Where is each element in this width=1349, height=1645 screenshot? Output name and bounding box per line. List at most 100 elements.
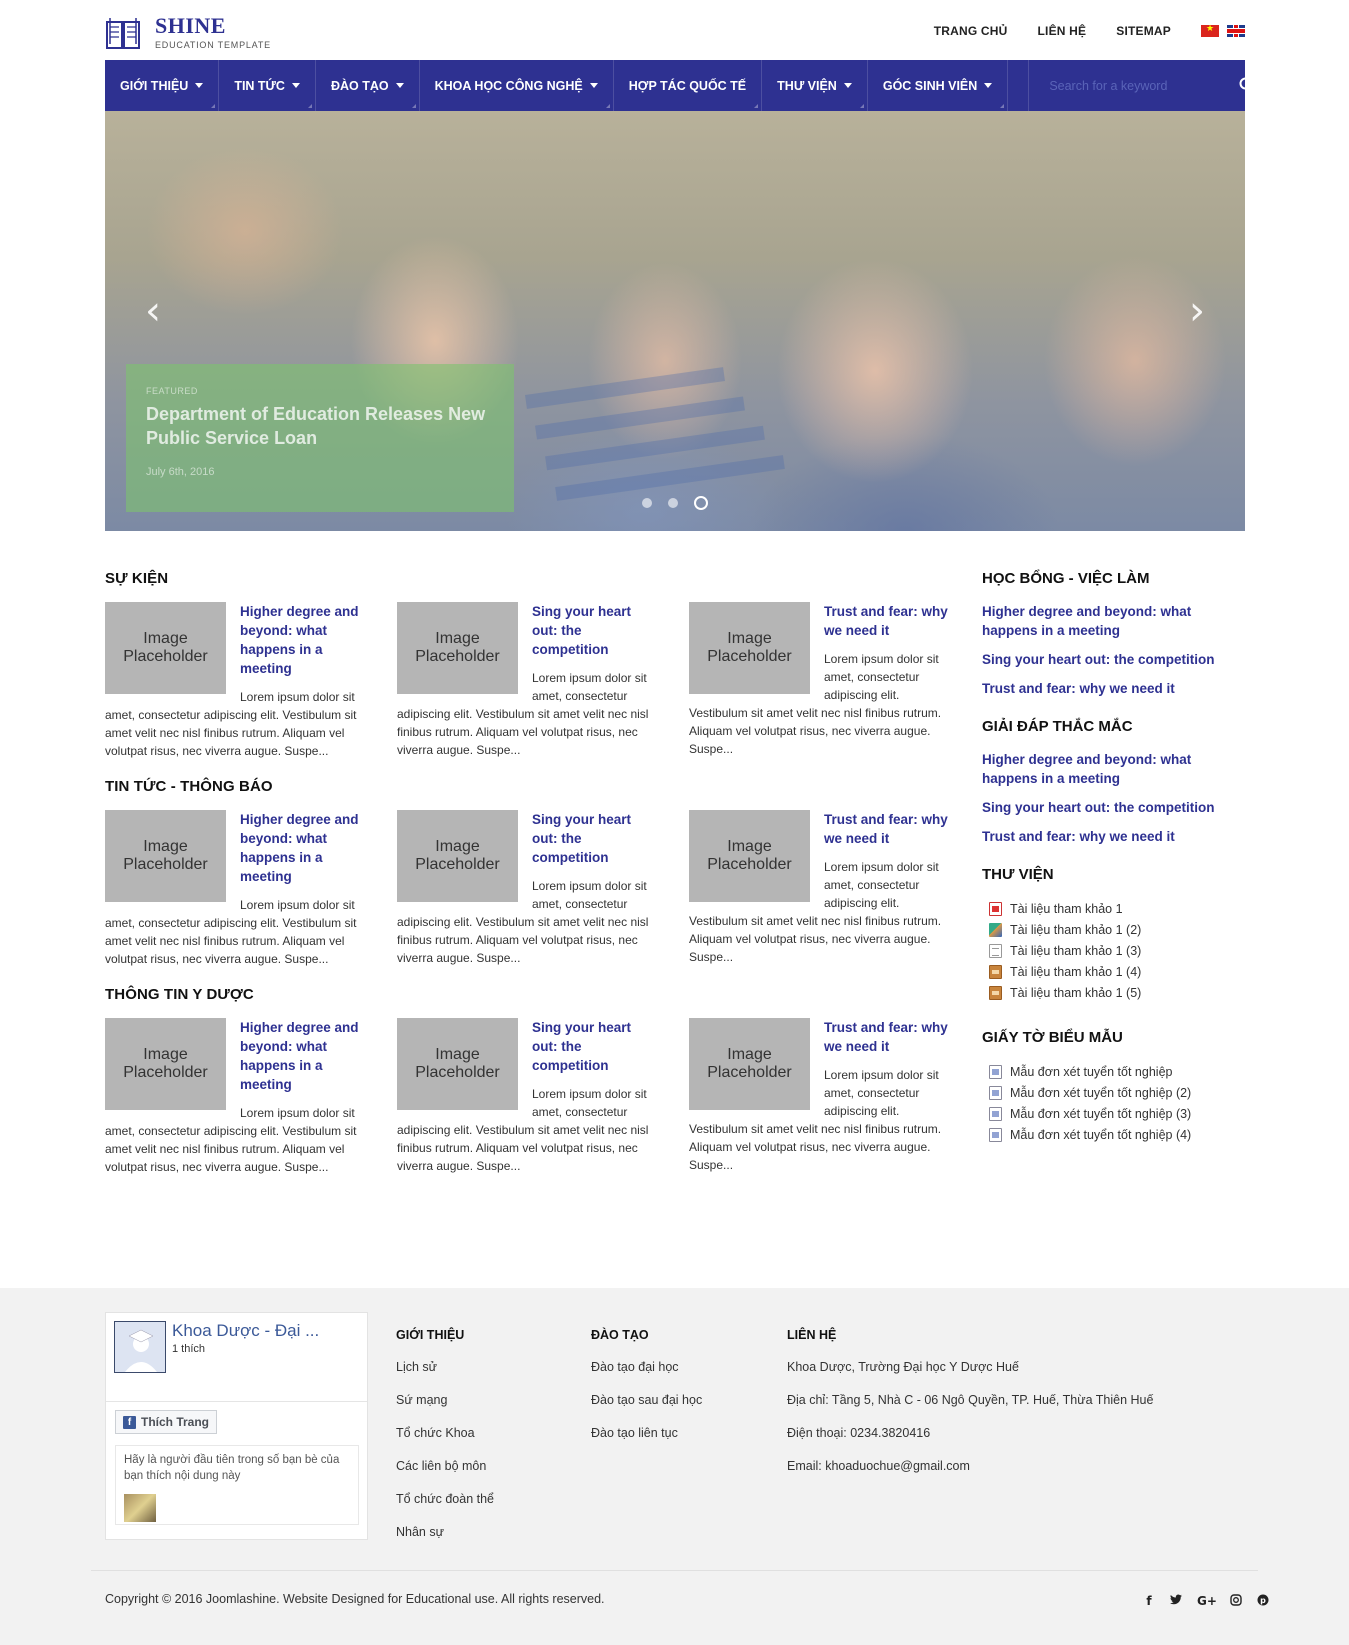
footer-col-title: LIÊN HỆ	[787, 1328, 837, 1342]
document-item[interactable]: Mẫu đơn xét tuyển tốt nghiệp (2)	[982, 1082, 1242, 1103]
document-item[interactable]: Mẫu đơn xét tuyển tốt nghiệp (4)	[982, 1124, 1242, 1145]
social-links: f G+ p	[1128, 1594, 1269, 1609]
contact-address: Địa chỉ: Tầng 5, Nhà C - 06 Ngô Quyền, T…	[787, 1393, 1154, 1407]
image-placeholder[interactable]: Image Placeholder	[105, 810, 226, 902]
image-placeholder[interactable]: Image Placeholder	[689, 810, 810, 902]
nav-search	[1028, 60, 1270, 111]
top-link-contact[interactable]: LIÊN HỆ	[1038, 24, 1087, 38]
google-plus-icon[interactable]: G+	[1197, 1594, 1217, 1609]
document-item[interactable]: Mẫu đơn xét tuyển tốt nghiệp	[982, 1061, 1242, 1082]
caret-down-icon	[843, 83, 852, 88]
book-logo-icon	[106, 18, 140, 49]
top-link-home[interactable]: TRANG CHỦ	[934, 24, 1008, 38]
footer-link[interactable]: Tổ chức đoàn thể	[396, 1492, 494, 1509]
document-item[interactable]: Tài liệu tham khảo 1 (2)	[982, 919, 1242, 940]
nav-item-tin-tuc[interactable]: TIN TỨC	[219, 60, 316, 111]
sidebar-link[interactable]: Trust and fear: why we need it	[982, 827, 1242, 846]
slider-dot-active[interactable]	[694, 496, 708, 510]
footer-link[interactable]: Các liên bộ môn	[396, 1459, 494, 1476]
facebook-page-widget: Khoa Dược - Đại ... 1 thích f Thích Tran…	[105, 1312, 368, 1540]
section-title: THÔNG TIN Y DƯỢC	[105, 986, 254, 1003]
caret-down-icon	[195, 83, 204, 88]
document-label: Tài liệu tham khảo 1 (2)	[1010, 922, 1142, 937]
sidebar-link[interactable]: Sing your heart out: the competition	[982, 798, 1242, 817]
facebook-page-name[interactable]: Khoa Dược - Đại ...	[172, 1321, 362, 1341]
document-list: Mẫu đơn xét tuyển tốt nghiệp Mẫu đơn xét…	[982, 1061, 1242, 1145]
sidebar-link[interactable]: Higher degree and beyond: what happens i…	[982, 750, 1242, 788]
facebook-icon[interactable]: f	[1143, 1594, 1155, 1609]
article-excerpt: Lorem ipsum dolor sit amet, consectetur …	[105, 898, 357, 966]
footer-link[interactable]: Sứ mạng	[396, 1393, 494, 1410]
vietnamese-flag-icon[interactable]	[1201, 23, 1219, 37]
image-placeholder[interactable]: Image Placeholder	[397, 1018, 518, 1110]
facebook-icon: f	[123, 1415, 136, 1429]
nav-item-label: GÓC SINH VIÊN	[882, 78, 978, 93]
slider-dot[interactable]	[642, 498, 652, 508]
article-card: Image Placeholder Higher degree and beyo…	[105, 810, 367, 968]
article-card: Image Placeholder Trust and fear: why we…	[689, 810, 951, 968]
footer-link[interactable]: Đào tạo liên tục	[591, 1426, 702, 1443]
sidebar-forms: GIẤY TỜ BIỂU MẪU Mẫu đơn xét tuyển tốt n…	[982, 1029, 1242, 1145]
site-header: SHINE EDUCATION TEMPLATE TRANG CHỦ LIÊN …	[105, 14, 1245, 54]
footer-link[interactable]: Nhân sự	[396, 1525, 494, 1542]
top-links: TRANG CHỦ LIÊN HỆ SITEMAP	[904, 23, 1245, 38]
document-item[interactable]: Tài liệu tham khảo 1 (5)	[982, 982, 1242, 1003]
nav-item-thu-vien[interactable]: THƯ VIỆN	[762, 60, 868, 111]
image-placeholder[interactable]: Image Placeholder	[105, 1018, 226, 1110]
facebook-like-button[interactable]: f Thích Trang	[115, 1410, 218, 1434]
instagram-icon[interactable]	[1230, 1594, 1242, 1609]
search-input[interactable]	[1049, 78, 1270, 93]
nav-item-hop-tac[interactable]: HỢP TÁC QUỐC TẾ	[614, 60, 763, 111]
top-link-sitemap[interactable]: SITEMAP	[1116, 24, 1171, 38]
sidebar-link[interactable]: Higher degree and beyond: what happens i…	[982, 602, 1242, 640]
nav-item-label: ĐÀO TẠO	[330, 78, 389, 93]
slider-next-chevron-icon[interactable]: ›	[1185, 291, 1209, 335]
sidebar-library: THƯ VIỆN Tài liệu tham khảo 1 Tài liệu t…	[982, 866, 1242, 1003]
document-item[interactable]: Tài liệu tham khảo 1	[982, 898, 1242, 919]
english-flag-icon[interactable]	[1227, 25, 1245, 37]
slide-title[interactable]: Department of Education Releases New Pub…	[146, 402, 494, 450]
twitter-icon[interactable]	[1170, 1594, 1182, 1609]
image-placeholder[interactable]: Image Placeholder	[105, 602, 226, 694]
document-file-icon	[989, 1127, 1002, 1142]
nav-item-dao-tao[interactable]: ĐÀO TẠO	[316, 60, 420, 111]
document-file-icon	[989, 1106, 1002, 1121]
site-logo[interactable]: SHINE EDUCATION TEMPLATE	[105, 14, 275, 54]
search-icon[interactable]	[1239, 77, 1255, 93]
sidebar-link[interactable]: Sing your heart out: the competition	[982, 650, 1242, 669]
facebook-friends-text: Hãy là người đầu tiên trong số bạn bè củ…	[124, 1454, 340, 1482]
footer-link[interactable]: Lịch sử	[396, 1360, 494, 1377]
document-item[interactable]: Tài liệu tham khảo 1 (4)	[982, 961, 1242, 982]
pinterest-icon[interactable]: p	[1257, 1594, 1269, 1609]
contact-phone: Điện thoại: 0234.3820416	[787, 1426, 931, 1440]
slide-caption[interactable]: FEATURED Department of Education Release…	[126, 364, 514, 512]
image-placeholder[interactable]: Image Placeholder	[689, 1018, 810, 1110]
sidebar-link[interactable]: Trust and fear: why we need it	[982, 679, 1242, 698]
image-placeholder[interactable]: Image Placeholder	[397, 602, 518, 694]
caret-down-icon	[589, 83, 598, 88]
corner-mark-icon	[211, 104, 216, 108]
image-file-icon	[989, 922, 1002, 937]
image-placeholder[interactable]: Image Placeholder	[689, 602, 810, 694]
footer-link[interactable]: Đào tạo sau đại học	[591, 1393, 702, 1410]
document-item[interactable]: Tài liệu tham khảo 1 (3)	[982, 940, 1242, 961]
article-excerpt: Lorem ipsum dolor sit amet, consectetur …	[105, 690, 357, 758]
footer-link[interactable]: Đào tạo đại học	[591, 1360, 702, 1377]
image-placeholder[interactable]: Image Placeholder	[397, 810, 518, 902]
card-row: Image Placeholder Higher degree and beyo…	[105, 1018, 955, 1176]
document-item[interactable]: Mẫu đơn xét tuyển tốt nghiệp (3)	[982, 1103, 1242, 1124]
sidebar-title: GIẤY TỜ BIỂU MẪU	[982, 1029, 1123, 1046]
nav-item-label: KHOA HỌC CÔNG NGHỆ	[434, 78, 583, 93]
nav-item-khoa-hoc[interactable]: KHOA HỌC CÔNG NGHỆ	[420, 60, 614, 111]
nav-item-goc-sinh-vien[interactable]: GÓC SINH VIÊN	[868, 60, 1009, 111]
footer-link[interactable]: Tổ chức Khoa	[396, 1426, 494, 1443]
slider-dots	[642, 496, 724, 510]
slider-dot[interactable]	[668, 498, 678, 508]
slider-prev-chevron-icon[interactable]: ‹	[141, 291, 165, 335]
article-card: Image Placeholder Trust and fear: why we…	[689, 602, 951, 760]
nav-item-gioi-thieu[interactable]: GIỚI THIỆU	[105, 60, 220, 111]
document-label: Tài liệu tham khảo 1 (4)	[1010, 964, 1142, 979]
contact-email[interactable]: Email: khoaduochue@gmail.com	[787, 1459, 1153, 1476]
facebook-page-avatar[interactable]	[114, 1321, 166, 1373]
friend-avatar[interactable]	[124, 1494, 156, 1522]
